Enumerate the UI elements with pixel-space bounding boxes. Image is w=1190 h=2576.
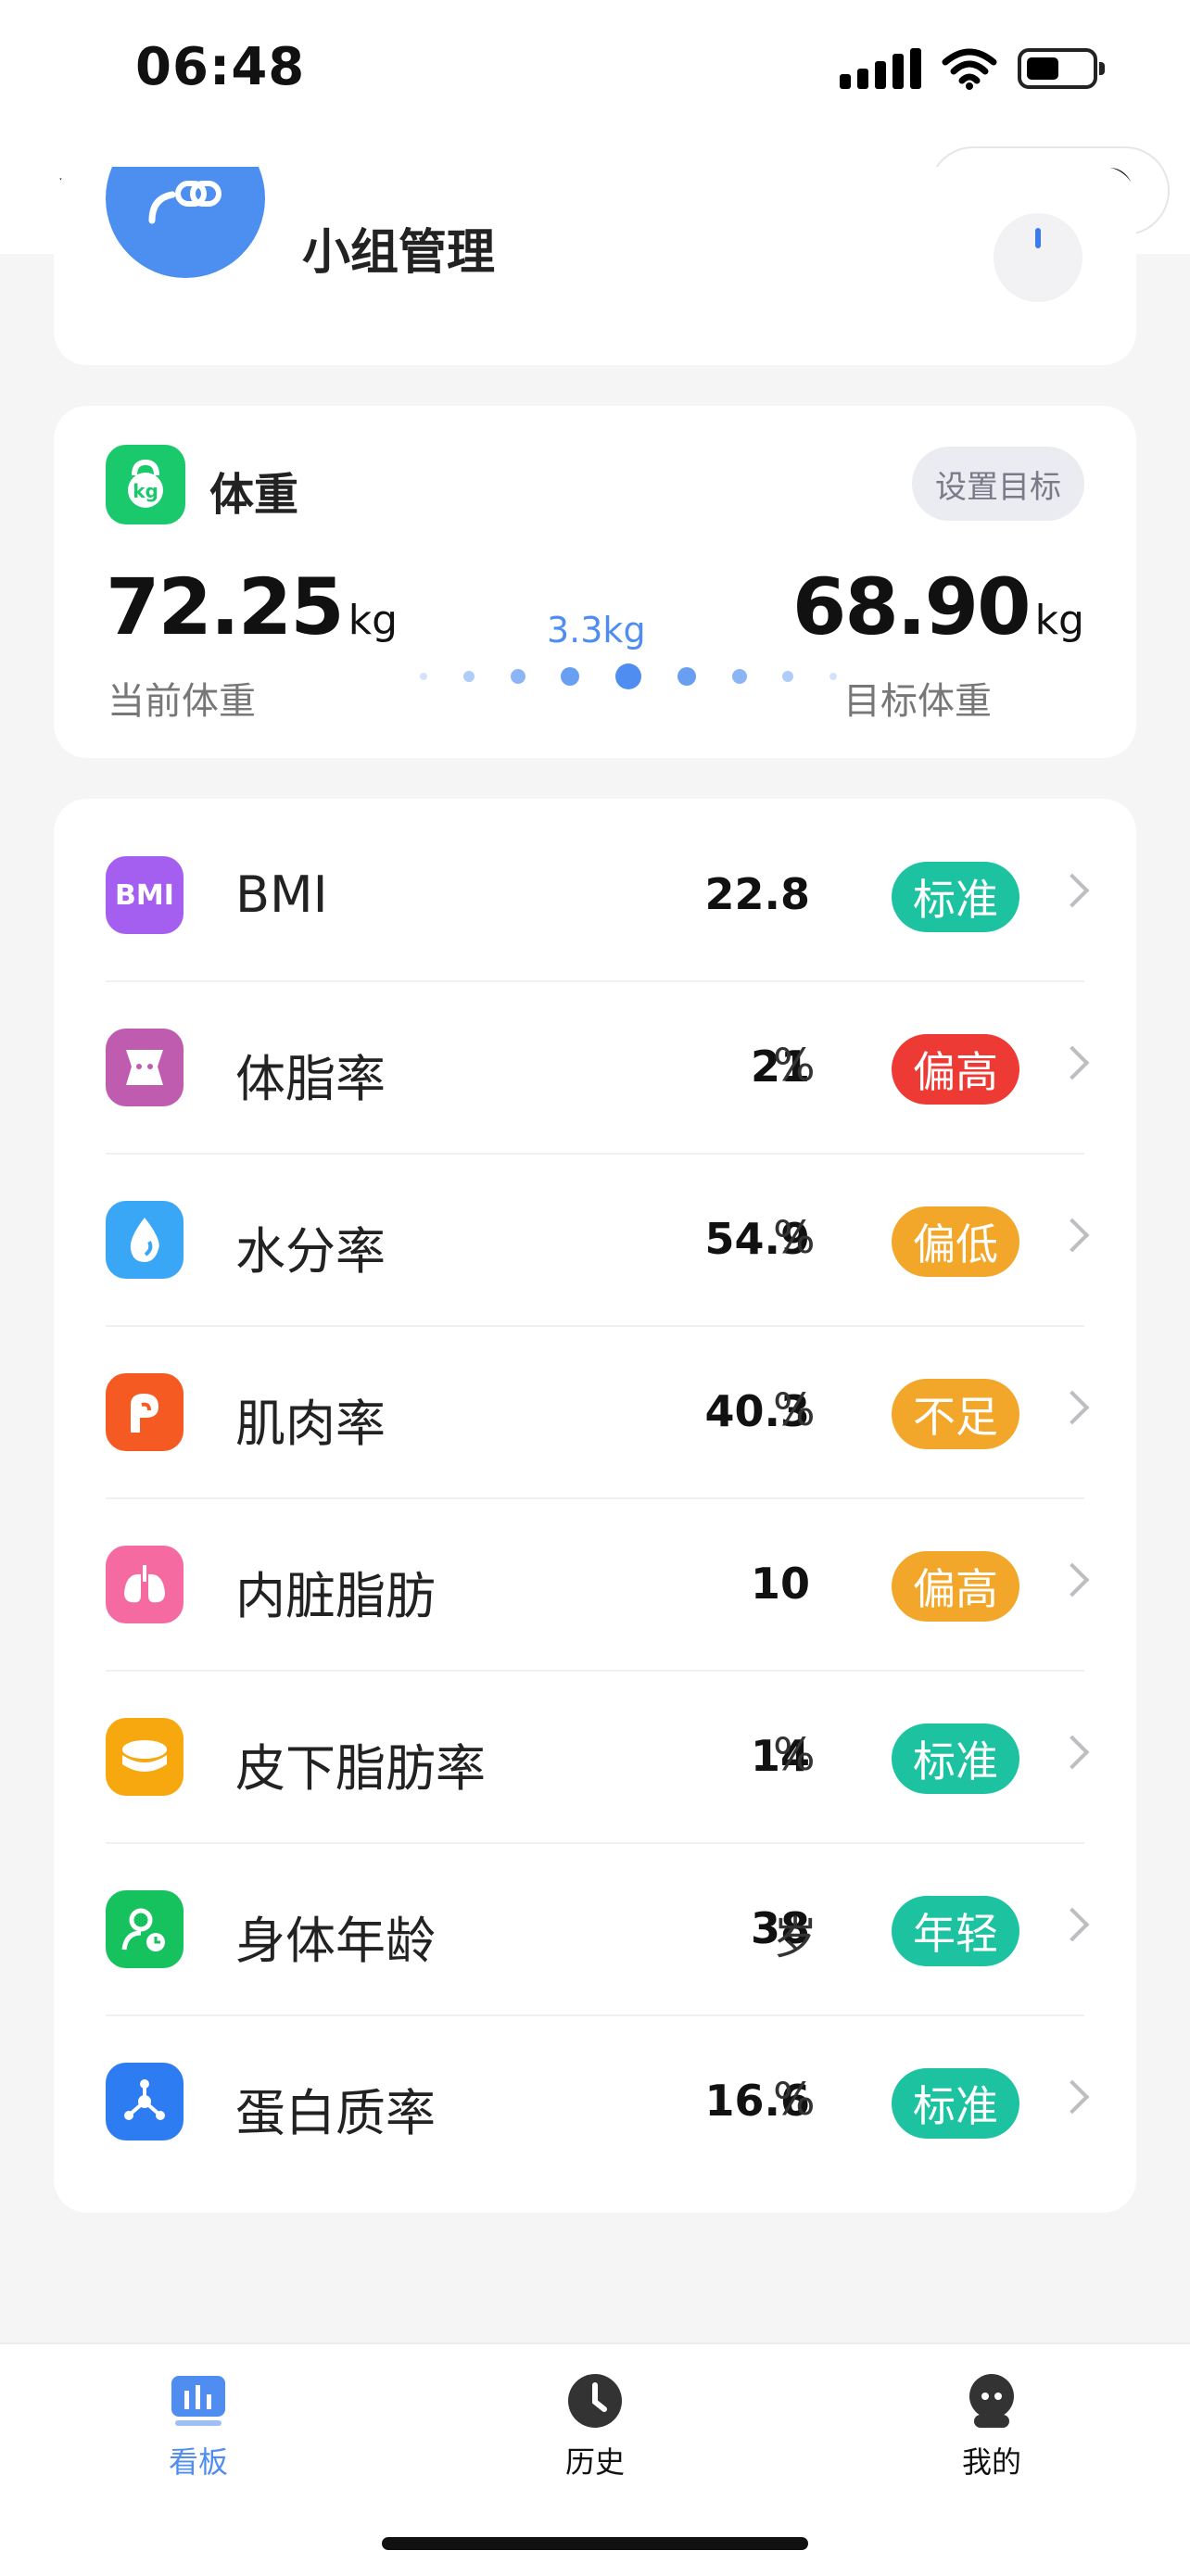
metric-name: 内脏脂肪 <box>235 1567 436 1625</box>
target-weight-value: 68.90 <box>791 562 1032 652</box>
metric-row-muscle[interactable]: 肌肉率 40.3 % 不足 <box>54 1327 1136 1499</box>
metric-value: 22.8 <box>704 869 811 919</box>
metric-row-protein[interactable]: 蛋白质率 16.6 % 标准 <box>54 2016 1136 2189</box>
progress-dot <box>462 671 475 682</box>
current-weight: 72.25 kg <box>106 562 398 652</box>
group-card[interactable]: 小组管理 <box>54 167 1136 365</box>
status-icons <box>840 44 1105 93</box>
metric-name: 皮下脂肪率 <box>235 1739 486 1798</box>
wifi-icon <box>942 47 997 90</box>
metric-row-body-fat[interactable]: 体脂率 21 % 偏高 <box>54 982 1136 1155</box>
clock-icon <box>564 2370 626 2431</box>
current-weight-label: 当前体重 <box>108 680 256 723</box>
metric-row-bmi[interactable]: BMI BMI 22.8 标准 <box>54 810 1136 982</box>
metric-row-visceral-fat[interactable]: 内脏脂肪 10 偏高 <box>54 1499 1136 1672</box>
chevron-right-icon <box>1055 2079 1090 2115</box>
kettlebell-icon: kg <box>106 445 185 524</box>
chevron-right-icon <box>1055 1907 1090 1942</box>
progress-dot <box>615 663 641 689</box>
water-drop-icon <box>106 1201 184 1279</box>
status-badge: 标准 <box>892 2068 1019 2139</box>
status-badge: 偏低 <box>892 1206 1019 1277</box>
tab-history[interactable]: 历史 <box>521 2370 669 2481</box>
progress-dot <box>420 673 427 680</box>
group-name: 小组管理 <box>302 225 496 281</box>
metric-name: 蛋白质率 <box>235 2084 436 2142</box>
metric-name: 肌肉率 <box>235 1395 386 1453</box>
lungs-icon <box>106 1546 184 1623</box>
tab-label: 历史 <box>564 2444 625 2480</box>
target-weight: 68.90 kg <box>792 562 1084 652</box>
metric-unit: 岁 <box>773 1913 818 1964</box>
profile-icon <box>961 2370 1022 2431</box>
status-bar: 06:48 <box>0 0 1190 130</box>
metric-unit: % <box>773 2074 816 2126</box>
group-action-button[interactable] <box>994 213 1082 302</box>
status-badge: 年轻 <box>892 1896 1019 1966</box>
bmi-icon: BMI <box>106 856 184 934</box>
current-weight-value: 72.25 <box>106 562 345 652</box>
chevron-right-icon <box>1055 1218 1090 1253</box>
chevron-right-icon <box>1055 1390 1090 1425</box>
progress-dot <box>677 667 696 686</box>
progress-dot <box>561 667 580 686</box>
metric-unit: % <box>773 1384 816 1436</box>
status-badge: 标准 <box>892 1724 1019 1794</box>
dashboard-icon <box>168 2370 229 2431</box>
status-badge: 不足 <box>892 1379 1019 1449</box>
svg-text:kg: kg <box>133 480 158 502</box>
tab-label: 我的 <box>961 2444 1021 2480</box>
chevron-right-icon <box>1055 873 1090 908</box>
group-link-icon <box>106 167 265 278</box>
battery-icon <box>1018 48 1105 89</box>
metrics-card: BMI BMI 22.8 标准 体脂率 21 % 偏高 水分率 54.9 % 偏… <box>54 799 1136 2213</box>
fat-layer-icon <box>106 1718 184 1796</box>
set-goal-button[interactable]: 设置目标 <box>912 447 1084 521</box>
metric-row-subcutaneous-fat[interactable]: 皮下脂肪率 14 % 标准 <box>54 1672 1136 1844</box>
metric-row-water[interactable]: 水分率 54.9 % 偏低 <box>54 1155 1136 1327</box>
muscle-icon <box>106 1373 184 1451</box>
chevron-right-icon <box>1055 1045 1090 1080</box>
status-badge: 偏高 <box>892 1551 1019 1622</box>
body-fat-icon <box>106 1029 184 1106</box>
progress-dot <box>782 671 794 682</box>
metric-unit: % <box>773 1212 816 1264</box>
target-weight-unit: kg <box>1034 597 1084 644</box>
body-age-icon <box>106 1890 184 1968</box>
progress-dots <box>420 663 837 689</box>
status-badge: 标准 <box>892 862 1019 932</box>
chevron-right-icon <box>1055 1735 1090 1770</box>
chevron-right-icon <box>1055 1562 1090 1597</box>
weight-title: 体重 <box>209 469 299 521</box>
status-time: 06:48 <box>135 37 306 97</box>
current-weight-unit: kg <box>348 597 399 644</box>
weight-card: kg 体重 设置目标 72.25 kg 当前体重 3.3kg 68.90 kg 目标… <box>54 406 1136 758</box>
metric-name: 体脂率 <box>235 1050 386 1108</box>
cellular-signal-icon <box>840 48 921 89</box>
metric-row-body-age[interactable]: 身体年龄 38 岁 年轻 <box>54 1844 1136 2016</box>
metric-unit: % <box>773 1040 816 1092</box>
metric-value: 10 <box>750 1559 810 1609</box>
progress-dot <box>829 673 837 680</box>
target-weight-label: 目标体重 <box>843 680 992 723</box>
metric-name: 身体年龄 <box>235 1912 436 1970</box>
progress-dot <box>731 669 747 684</box>
home-indicator <box>382 2537 808 2550</box>
metric-unit: % <box>773 1729 816 1781</box>
metric-name: 水分率 <box>235 1222 386 1281</box>
status-badge: 偏高 <box>892 1034 1019 1105</box>
tab-profile[interactable]: 我的 <box>918 2370 1066 2481</box>
tab-label: 看板 <box>168 2444 228 2480</box>
protein-molecule-icon <box>106 2063 184 2140</box>
progress-dot <box>510 669 525 684</box>
weight-difference: 3.3kg <box>547 610 646 650</box>
metric-name: BMI <box>235 865 328 924</box>
tab-dashboard[interactable]: 看板 <box>124 2370 272 2481</box>
